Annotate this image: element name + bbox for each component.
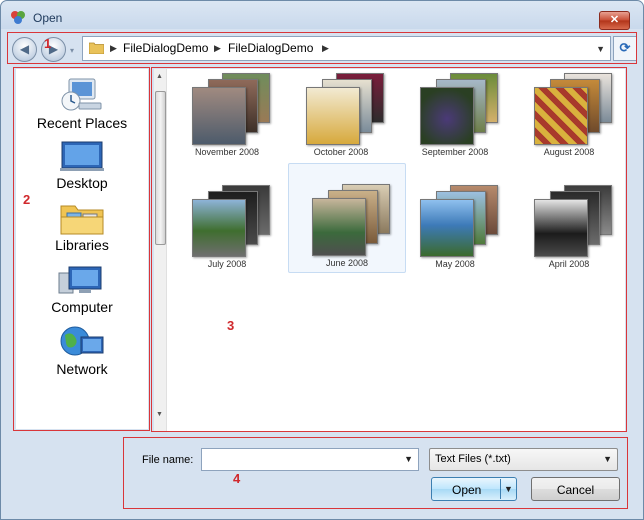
window-title: Open	[33, 11, 63, 25]
annotation-box	[7, 32, 637, 64]
annotation-label: 2	[23, 192, 31, 207]
annotation-box	[151, 67, 627, 432]
annotation-box	[123, 437, 628, 509]
annotation-label: 4	[233, 471, 241, 486]
annotation-label: 1	[44, 36, 52, 51]
open-file-dialog: Open ✕ ◀ ▶ ▾ ▶ FileDialogDemo ▶ FileDial…	[0, 0, 644, 520]
title-bar: Open ✕	[1, 1, 643, 31]
annotation-label: 3	[227, 318, 235, 333]
close-button[interactable]: ✕	[599, 11, 630, 30]
app-icon	[11, 11, 25, 24]
annotation-box	[13, 67, 150, 431]
